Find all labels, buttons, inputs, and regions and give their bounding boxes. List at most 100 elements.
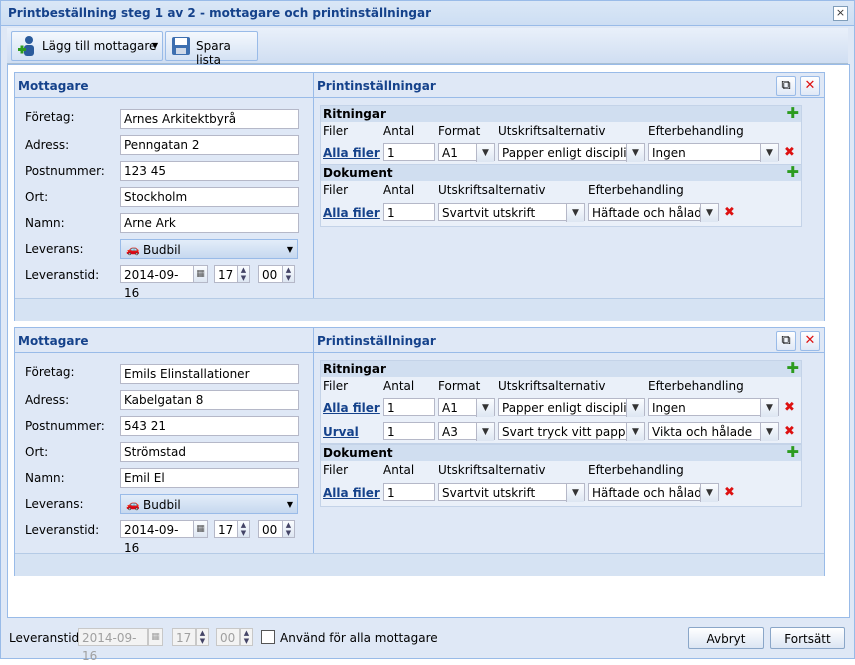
- files-link[interactable]: Alla filer: [323, 206, 380, 220]
- files-link[interactable]: Alla filer: [323, 401, 380, 415]
- print-option-value: Papper enligt disciplin: [502, 401, 635, 415]
- copy-icon[interactable]: ⧉: [776, 331, 796, 351]
- continue-button[interactable]: Fortsätt: [770, 627, 845, 649]
- col-print-option: Utskriftsalternativ: [438, 463, 546, 477]
- post-processing-value: Häftade och hålade: [592, 206, 710, 220]
- hour-spinner[interactable]: ▲ ▼: [237, 520, 250, 538]
- col-print-option: Utskriftsalternativ: [438, 183, 546, 197]
- drawings-header: Ritningar ✚: [321, 361, 801, 377]
- col-quantity: Antal: [383, 183, 415, 197]
- car-icon: 🚗: [126, 243, 140, 256]
- bottom-bar: Leveranstid: 2014-09-16 ▦ 17 ▲ ▼ 00 ▲ ▼ An…: [1, 618, 854, 663]
- recipient-panel: Mottagare Företag: Arnes Arkitektbyrå Ad…: [15, 73, 314, 300]
- format-select[interactable]: A1 ▼: [438, 143, 495, 162]
- postal-code-label: Postnummer:: [25, 164, 105, 178]
- post-processing-select[interactable]: Ingen ▼: [648, 398, 779, 417]
- hour-input[interactable]: 17: [214, 520, 238, 538]
- city-input[interactable]: Stockholm: [120, 187, 299, 207]
- files-link[interactable]: Urval: [323, 425, 359, 439]
- delete-row-icon[interactable]: ✖: [724, 205, 735, 220]
- recipient-footer: [15, 553, 824, 576]
- delete-row-icon[interactable]: ✖: [784, 400, 795, 415]
- date-input[interactable]: 2014-09-16: [120, 520, 194, 555]
- quantity-input[interactable]: 1: [383, 398, 435, 416]
- minute-spinner[interactable]: ▲ ▼: [282, 520, 295, 538]
- delivery-select[interactable]: 🚗 Budbil ▼: [120, 239, 298, 259]
- post-processing-select[interactable]: Ingen ▼: [648, 143, 779, 162]
- footer-minute-spinner[interactable]: ▲ ▼: [240, 628, 253, 646]
- calendar-icon[interactable]: ▦: [148, 628, 163, 646]
- calendar-icon[interactable]: ▦: [193, 520, 208, 538]
- copy-icon[interactable]: ⧉: [776, 76, 796, 96]
- remove-recipient-icon[interactable]: ✕: [800, 331, 820, 351]
- postal-code-input[interactable]: 543 21: [120, 416, 299, 436]
- title-bar: Printbeställning steg 1 av 2 - mottagare…: [1, 1, 854, 26]
- footer-minute-input[interactable]: 00: [216, 628, 240, 646]
- date-input[interactable]: 2014-09-16: [120, 265, 194, 300]
- postal-code-input[interactable]: 123 45: [120, 161, 299, 181]
- post-processing-select[interactable]: Häftade och hålade ▼: [588, 483, 719, 502]
- footer-date-input[interactable]: 2014-09-16: [78, 628, 148, 663]
- chevron-down-icon: ▼: [626, 423, 644, 441]
- quantity-input[interactable]: 1: [383, 143, 435, 161]
- chevron-down-icon: ▼: [566, 204, 584, 222]
- format-select[interactable]: A1 ▼: [438, 398, 495, 417]
- apply-all-checkbox[interactable]: [261, 630, 275, 644]
- add-drawing-icon[interactable]: ✚: [786, 361, 799, 376]
- print-option-select[interactable]: Svart tryck vitt papper ▼: [498, 422, 645, 441]
- save-list-button[interactable]: Spara lista: [165, 31, 258, 67]
- post-processing-value: Ingen: [652, 401, 686, 415]
- address-input[interactable]: Penngatan 2: [120, 135, 299, 155]
- post-processing-select[interactable]: Häftade och hålade ▼: [588, 203, 719, 222]
- footer-hour-input[interactable]: 17: [172, 628, 196, 646]
- quantity-input[interactable]: 1: [383, 422, 435, 440]
- chevron-down-icon: ▼: [286, 245, 293, 254]
- chevron-down-icon: ▼: [626, 399, 644, 417]
- name-input[interactable]: Arne Ark: [120, 213, 299, 233]
- delete-row-icon[interactable]: ✖: [784, 145, 795, 160]
- format-select[interactable]: A3 ▼: [438, 422, 495, 441]
- files-link[interactable]: Alla filer: [323, 486, 380, 500]
- print-option-select[interactable]: Svartvit utskrift ▼: [438, 483, 585, 502]
- add-drawing-icon[interactable]: ✚: [786, 106, 799, 121]
- remove-recipient-icon[interactable]: ✕: [800, 76, 820, 96]
- delete-row-icon[interactable]: ✖: [784, 424, 795, 439]
- recipient-header: Mottagare: [18, 334, 89, 348]
- print-option-select[interactable]: Papper enligt disciplin ▼: [498, 143, 645, 162]
- chevron-down-icon: ▼: [700, 484, 718, 502]
- close-icon[interactable]: ×: [833, 6, 848, 21]
- hour-input[interactable]: 17: [214, 265, 238, 283]
- documents-title: Dokument: [323, 166, 393, 180]
- minute-input[interactable]: 00: [258, 520, 283, 538]
- save-list-label: Spara lista: [196, 39, 231, 67]
- footer-hour-spinner[interactable]: ▲ ▼: [196, 628, 209, 646]
- minute-spinner[interactable]: ▲ ▼: [282, 265, 295, 283]
- post-processing-select[interactable]: Vikta och hålade ▼: [648, 422, 779, 441]
- col-post-processing: Efterbehandling: [588, 463, 684, 477]
- quantity-input[interactable]: 1: [383, 203, 435, 221]
- documents-title: Dokument: [323, 446, 393, 460]
- city-input[interactable]: Strömstad: [120, 442, 299, 462]
- files-link[interactable]: Alla filer: [323, 146, 380, 160]
- address-input[interactable]: Kabelgatan 8: [120, 390, 299, 410]
- delivery-value: Budbil: [143, 243, 181, 257]
- hour-spinner[interactable]: ▲ ▼: [237, 265, 250, 283]
- delete-row-icon[interactable]: ✖: [724, 485, 735, 500]
- add-recipient-button[interactable]: Lägg till mottagare ▼: [11, 31, 163, 61]
- company-input[interactable]: Arnes Arkitektbyrå: [120, 109, 299, 129]
- address-label: Adress:: [25, 138, 70, 152]
- print-option-select[interactable]: Papper enligt disciplin ▼: [498, 398, 645, 417]
- delivery-select[interactable]: 🚗 Budbil ▼: [120, 494, 298, 514]
- add-document-icon[interactable]: ✚: [786, 165, 799, 180]
- quantity-input[interactable]: 1: [383, 483, 435, 501]
- calendar-icon[interactable]: ▦: [193, 265, 208, 283]
- delivery-label: Leverans:: [25, 242, 84, 256]
- company-input[interactable]: Emils Elinstallationer: [120, 364, 299, 384]
- post-processing-value: Vikta och hålade: [652, 425, 753, 439]
- name-input[interactable]: Emil El: [120, 468, 299, 488]
- print-option-select[interactable]: Svartvit utskrift ▼: [438, 203, 585, 222]
- format-value: A1: [442, 146, 458, 160]
- minute-input[interactable]: 00: [258, 265, 283, 283]
- cancel-button[interactable]: Avbryt: [688, 627, 764, 649]
- add-document-icon[interactable]: ✚: [786, 445, 799, 460]
